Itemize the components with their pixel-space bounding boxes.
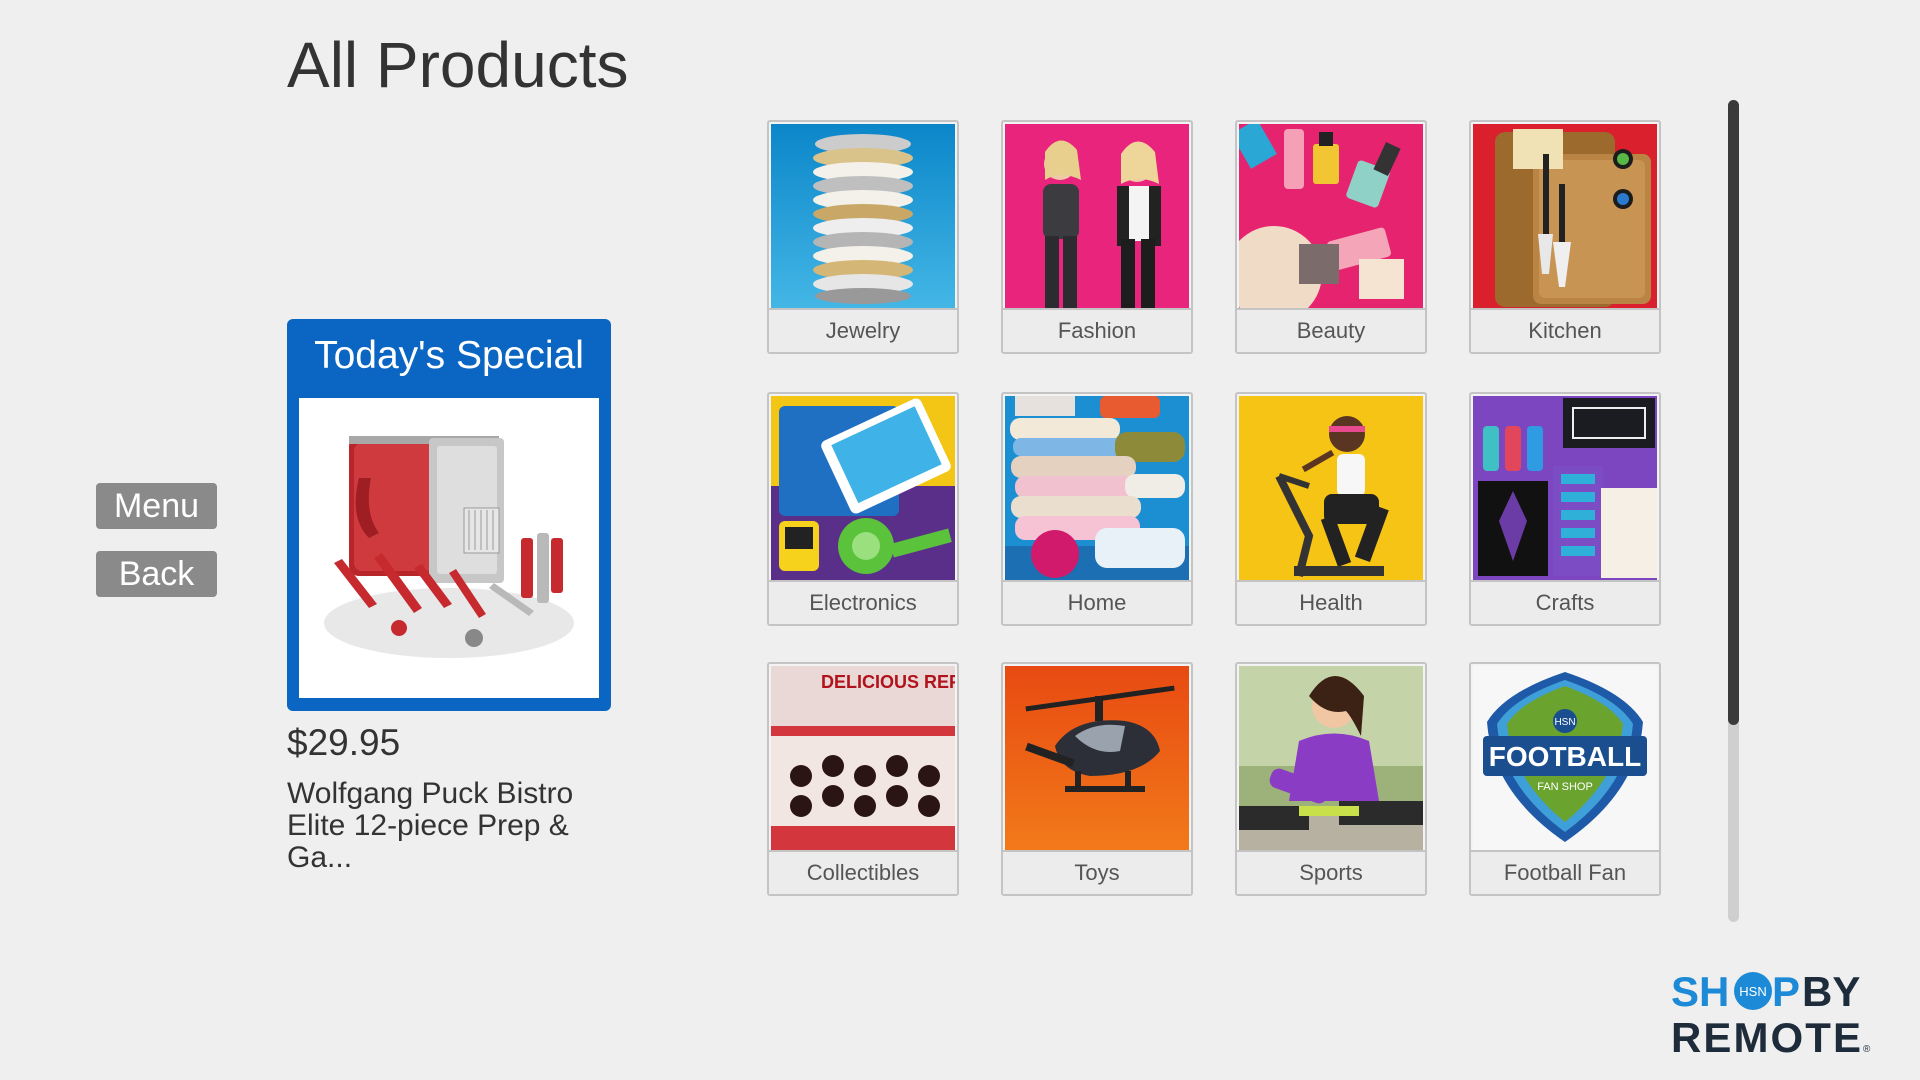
football-fan-image: FOOTBALL FAN SHOP HSN: [1473, 666, 1657, 852]
category-label: Health: [1237, 580, 1425, 624]
category-label: Kitchen: [1471, 308, 1659, 352]
sports-image: [1239, 666, 1423, 852]
electronics-image: [771, 396, 955, 582]
kitchen-image: [1473, 124, 1657, 310]
hsn-badge-text: HSN: [1554, 717, 1575, 728]
category-tile-jewelry[interactable]: Jewelry: [767, 120, 959, 354]
beauty-image: [1239, 124, 1423, 310]
special-header: Today's Special: [314, 334, 584, 377]
knife-set-image: [324, 436, 574, 658]
category-label: Jewelry: [769, 308, 957, 352]
football-image-title: FOOTBALL: [1489, 741, 1641, 772]
logo-badge-text: HSN: [1739, 984, 1766, 999]
scrollbar[interactable]: [1728, 100, 1739, 922]
category-tile-electronics[interactable]: Electronics: [767, 392, 959, 626]
category-tile-kitchen[interactable]: Kitchen: [1469, 120, 1661, 354]
toys-image: [1005, 666, 1189, 852]
collectibles-image-text: DELICIOUS REFRESHIN: [821, 672, 955, 692]
category-tile-sports[interactable]: Sports: [1235, 662, 1427, 896]
jewelry-image: [771, 124, 955, 310]
crafts-image: [1473, 396, 1657, 582]
category-label: Fashion: [1003, 308, 1191, 352]
back-button[interactable]: Back: [96, 551, 217, 597]
logo-p-text: P: [1772, 968, 1800, 1015]
category-tile-toys[interactable]: Toys: [1001, 662, 1193, 896]
category-label: Football Fan: [1471, 850, 1659, 894]
category-label: Home: [1003, 580, 1191, 624]
collectibles-image: DELICIOUS REFRESHIN: [771, 666, 955, 852]
todays-special-card[interactable]: Today's Special: [287, 319, 611, 711]
category-tile-beauty[interactable]: Beauty: [1235, 120, 1427, 354]
category-tile-collectibles[interactable]: DELICIOUS REFRESHIN Collectibles: [767, 662, 959, 896]
category-label: Collectibles: [769, 850, 957, 894]
category-grid: Jewelry Fashion Beauty Kitchen Electroni…: [767, 120, 1667, 900]
special-product-image: [299, 398, 599, 698]
special-price: $29.95: [287, 722, 401, 763]
home-image: [1005, 396, 1189, 582]
category-tile-crafts[interactable]: Crafts: [1469, 392, 1661, 626]
logo-registered-mark: ®: [1863, 1044, 1871, 1055]
category-tile-football-fan[interactable]: FOOTBALL FAN SHOP HSN Football Fan: [1469, 662, 1661, 896]
menu-button[interactable]: Menu: [96, 483, 217, 529]
category-tile-fashion[interactable]: Fashion: [1001, 120, 1193, 354]
special-product-name: Wolfgang Puck Bistro Elite 12-piece Prep…: [287, 777, 574, 874]
category-label: Sports: [1237, 850, 1425, 894]
category-label: Crafts: [1471, 580, 1659, 624]
category-label: Beauty: [1237, 308, 1425, 352]
health-image: [1239, 396, 1423, 582]
logo-by-text: BY: [1802, 968, 1860, 1015]
category-label: Toys: [1003, 850, 1191, 894]
fashion-image: [1005, 124, 1189, 310]
logo-shop-text: SH: [1671, 968, 1729, 1015]
page-title: All Products: [287, 29, 629, 101]
shop-by-remote-logo: SH HSN P BY REMOTE ®: [1671, 968, 1871, 1061]
category-tile-home[interactable]: Home: [1001, 392, 1193, 626]
football-image-subtitle: FAN SHOP: [1537, 781, 1593, 793]
logo-remote-text: REMOTE: [1671, 1014, 1861, 1058]
category-tile-health[interactable]: Health: [1235, 392, 1427, 626]
scroll-thumb[interactable]: [1728, 100, 1739, 725]
category-label: Electronics: [769, 580, 957, 624]
